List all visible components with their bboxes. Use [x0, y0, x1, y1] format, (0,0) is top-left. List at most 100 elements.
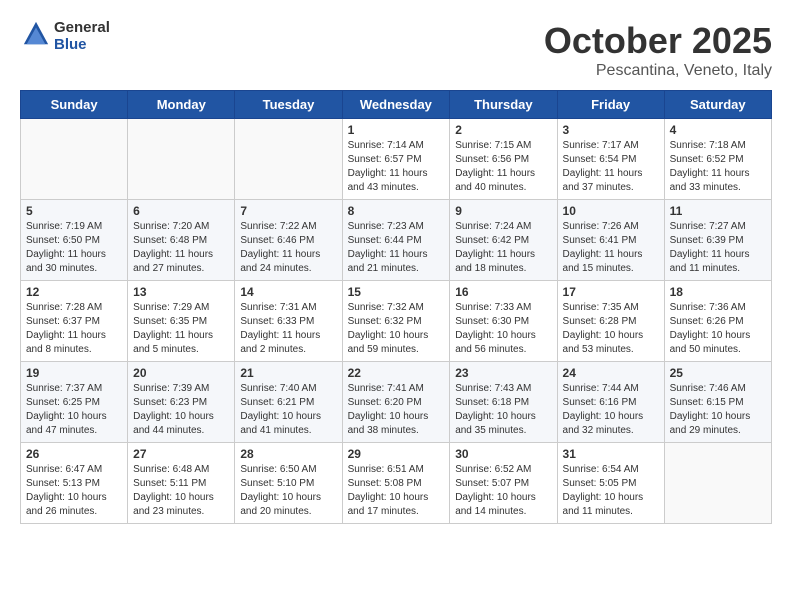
calendar-cell: 19Sunrise: 7:37 AM Sunset: 6:25 PM Dayli… — [21, 362, 128, 443]
calendar-cell: 18 Sunrise: 7:36 AM Sunset: 6:26 PM Dayli… — [664, 281, 771, 362]
day-number: 30 — [455, 447, 551, 461]
day-info: Sunrise: 7:43 AM Sunset: 6:18 PM Dayligh… — [455, 382, 551, 438]
day-info: Sunrise: 7:20 AM Sunset: 6:48 PM Dayligh… — [133, 220, 229, 276]
day-number: 25 — [670, 366, 766, 380]
day-number: 24 — [563, 366, 659, 380]
day-info: Sunrise: 7:39 AM Sunset: 6:23 PM Dayligh… — [133, 382, 229, 438]
day-number: 21 — [240, 366, 336, 380]
calendar-cell: 21Sunrise: 7:40 AM Sunset: 6:21 PM Dayli… — [235, 362, 342, 443]
day-info: Sunrise: 7:17 AM Sunset: 6:54 PM Dayligh… — [563, 139, 659, 195]
logo-icon — [22, 20, 50, 48]
title-area: October 2025 Pescantina, Veneto, Italy — [544, 20, 772, 80]
calendar-cell: 25 Sunrise: 7:46 AM Sunset: 6:15 PM Dayli… — [664, 362, 771, 443]
weekday-header-monday: Monday — [128, 91, 235, 119]
calendar-cell: 26 Sunrise: 6:47 AM Sunset: 5:13 PM Dayli… — [21, 443, 128, 524]
day-number: 3 — [563, 123, 659, 137]
day-number: 10 — [563, 204, 659, 218]
day-info: Sunrise: 6:51 AM Sunset: 5:08 PM Dayligh… — [348, 463, 445, 519]
calendar-cell: 22 Sunrise: 7:41 AM Sunset: 6:20 PM Dayli… — [342, 362, 450, 443]
calendar-cell — [664, 443, 771, 524]
day-number: 26 — [26, 447, 122, 461]
day-number: 28 — [240, 447, 336, 461]
day-info: Sunrise: 7:18 AM Sunset: 6:52 PM Dayligh… — [670, 139, 766, 195]
calendar-cell: 28 Sunrise: 6:50 AM Sunset: 5:10 PM Dayli… — [235, 443, 342, 524]
day-number: 29 — [348, 447, 445, 461]
week-row-4: 19Sunrise: 7:37 AM Sunset: 6:25 PM Dayli… — [21, 362, 772, 443]
day-info: Sunrise: 7:32 AM Sunset: 6:32 PM Dayligh… — [348, 301, 445, 357]
calendar-cell: 24 Sunrise: 7:44 AM Sunset: 6:16 PM Dayli… — [557, 362, 664, 443]
day-info: Sunrise: 7:44 AM Sunset: 6:16 PM Dayligh… — [563, 382, 659, 438]
day-number: 9 — [455, 204, 551, 218]
calendar-cell: 3 Sunrise: 7:17 AM Sunset: 6:54 PM Daylig… — [557, 119, 664, 200]
day-number: 27 — [133, 447, 229, 461]
calendar-cell: 20 Sunrise: 7:39 AM Sunset: 6:23 PM Dayli… — [128, 362, 235, 443]
day-info: Sunrise: 7:31 AM Sunset: 6:33 PM Dayligh… — [240, 301, 336, 357]
calendar-cell: 1 Sunrise: 7:14 AM Sunset: 6:57 PM Daylig… — [342, 119, 450, 200]
calendar-cell — [235, 119, 342, 200]
day-info: Sunrise: 6:47 AM Sunset: 5:13 PM Dayligh… — [26, 463, 122, 519]
calendar-cell: 15 Sunrise: 7:32 AM Sunset: 6:32 PM Dayli… — [342, 281, 450, 362]
day-number: 1 — [348, 123, 445, 137]
header: General Blue October 2025 Pescantina, Ve… — [20, 20, 772, 80]
day-number: 16 — [455, 285, 551, 299]
calendar-cell — [21, 119, 128, 200]
calendar-cell: 27 Sunrise: 6:48 AM Sunset: 5:11 PM Dayli… — [128, 443, 235, 524]
month-title: October 2025 — [544, 20, 772, 62]
weekday-header-wednesday: Wednesday — [342, 91, 450, 119]
day-number: 31 — [563, 447, 659, 461]
day-number: 22 — [348, 366, 445, 380]
calendar-cell: 8Sunrise: 7:23 AM Sunset: 6:44 PM Daylig… — [342, 200, 450, 281]
subtitle: Pescantina, Veneto, Italy — [544, 62, 772, 80]
day-info: Sunrise: 7:37 AM Sunset: 6:25 PM Dayligh… — [26, 382, 122, 438]
day-number: 18 — [670, 285, 766, 299]
day-number: 13 — [133, 285, 229, 299]
calendar-cell: 9 Sunrise: 7:24 AM Sunset: 6:42 PM Daylig… — [450, 200, 557, 281]
calendar-cell: 10Sunrise: 7:26 AM Sunset: 6:41 PM Dayli… — [557, 200, 664, 281]
day-info: Sunrise: 7:22 AM Sunset: 6:46 PM Dayligh… — [240, 220, 336, 276]
week-row-3: 12Sunrise: 7:28 AM Sunset: 6:37 PM Dayli… — [21, 281, 772, 362]
calendar-cell: 30 Sunrise: 6:52 AM Sunset: 5:07 PM Dayli… — [450, 443, 557, 524]
weekday-header-friday: Friday — [557, 91, 664, 119]
calendar-cell: 2Sunrise: 7:15 AM Sunset: 6:56 PM Daylig… — [450, 119, 557, 200]
day-number: 15 — [348, 285, 445, 299]
day-number: 7 — [240, 204, 336, 218]
week-row-5: 26 Sunrise: 6:47 AM Sunset: 5:13 PM Dayli… — [21, 443, 772, 524]
calendar-cell: 13 Sunrise: 7:29 AM Sunset: 6:35 PM Dayli… — [128, 281, 235, 362]
calendar-cell — [128, 119, 235, 200]
day-number: 23 — [455, 366, 551, 380]
day-number: 12 — [26, 285, 122, 299]
day-info: Sunrise: 7:46 AM Sunset: 6:15 PM Dayligh… — [670, 382, 766, 438]
calendar-cell: 12Sunrise: 7:28 AM Sunset: 6:37 PM Dayli… — [21, 281, 128, 362]
calendar-cell: 6 Sunrise: 7:20 AM Sunset: 6:48 PM Daylig… — [128, 200, 235, 281]
weekday-header-tuesday: Tuesday — [235, 91, 342, 119]
day-number: 4 — [670, 123, 766, 137]
logo: General Blue — [20, 20, 110, 53]
calendar-cell: 7 Sunrise: 7:22 AM Sunset: 6:46 PM Daylig… — [235, 200, 342, 281]
day-info: Sunrise: 7:33 AM Sunset: 6:30 PM Dayligh… — [455, 301, 551, 357]
logo-blue: Blue — [54, 37, 110, 54]
day-info: Sunrise: 6:52 AM Sunset: 5:07 PM Dayligh… — [455, 463, 551, 519]
calendar-cell: 5Sunrise: 7:19 AM Sunset: 6:50 PM Daylig… — [21, 200, 128, 281]
calendar-cell: 23 Sunrise: 7:43 AM Sunset: 6:18 PM Dayli… — [450, 362, 557, 443]
day-info: Sunrise: 7:29 AM Sunset: 6:35 PM Dayligh… — [133, 301, 229, 357]
day-info: Sunrise: 7:19 AM Sunset: 6:50 PM Dayligh… — [26, 220, 122, 276]
day-number: 20 — [133, 366, 229, 380]
week-row-2: 5Sunrise: 7:19 AM Sunset: 6:50 PM Daylig… — [21, 200, 772, 281]
calendar-cell: 17Sunrise: 7:35 AM Sunset: 6:28 PM Dayli… — [557, 281, 664, 362]
week-row-1: 1 Sunrise: 7:14 AM Sunset: 6:57 PM Daylig… — [21, 119, 772, 200]
day-info: Sunrise: 7:14 AM Sunset: 6:57 PM Dayligh… — [348, 139, 445, 195]
weekday-header-thursday: Thursday — [450, 91, 557, 119]
day-info: Sunrise: 6:50 AM Sunset: 5:10 PM Dayligh… — [240, 463, 336, 519]
weekday-header-sunday: Sunday — [21, 91, 128, 119]
day-info: Sunrise: 7:15 AM Sunset: 6:56 PM Dayligh… — [455, 139, 551, 195]
weekday-header-saturday: Saturday — [664, 91, 771, 119]
day-number: 17 — [563, 285, 659, 299]
day-info: Sunrise: 7:23 AM Sunset: 6:44 PM Dayligh… — [348, 220, 445, 276]
day-number: 11 — [670, 204, 766, 218]
day-info: Sunrise: 6:54 AM Sunset: 5:05 PM Dayligh… — [563, 463, 659, 519]
day-info: Sunrise: 7:36 AM Sunset: 6:26 PM Dayligh… — [670, 301, 766, 357]
day-info: Sunrise: 7:41 AM Sunset: 6:20 PM Dayligh… — [348, 382, 445, 438]
day-info: Sunrise: 6:48 AM Sunset: 5:11 PM Dayligh… — [133, 463, 229, 519]
day-info: Sunrise: 7:24 AM Sunset: 6:42 PM Dayligh… — [455, 220, 551, 276]
day-number: 6 — [133, 204, 229, 218]
